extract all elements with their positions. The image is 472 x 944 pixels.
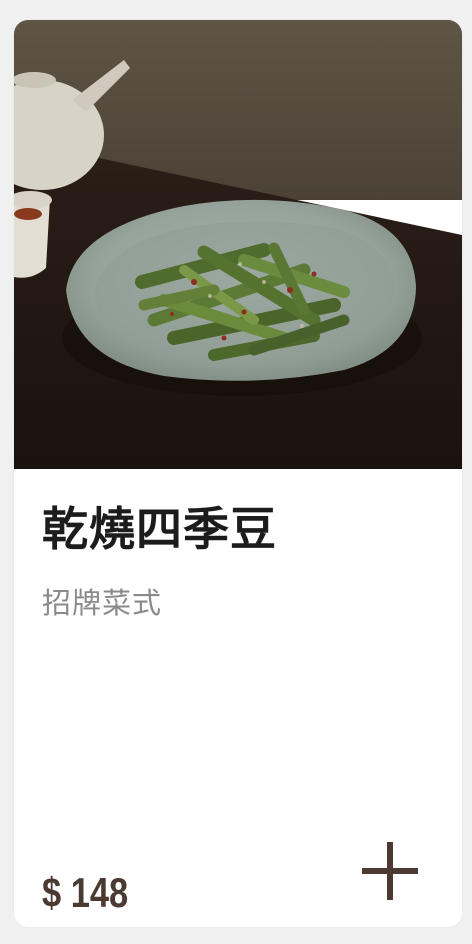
dish-photo: [14, 20, 462, 469]
add-to-cart-button[interactable]: [350, 832, 430, 912]
plus-icon: [362, 842, 418, 900]
dish-card[interactable]: 乾燒四季豆 招牌菜式 $ 148: [14, 20, 462, 927]
dish-category-label: 招牌菜式: [42, 586, 163, 620]
dish-name: 乾燒四季豆: [42, 502, 277, 556]
dish-price: $ 148: [42, 869, 129, 916]
